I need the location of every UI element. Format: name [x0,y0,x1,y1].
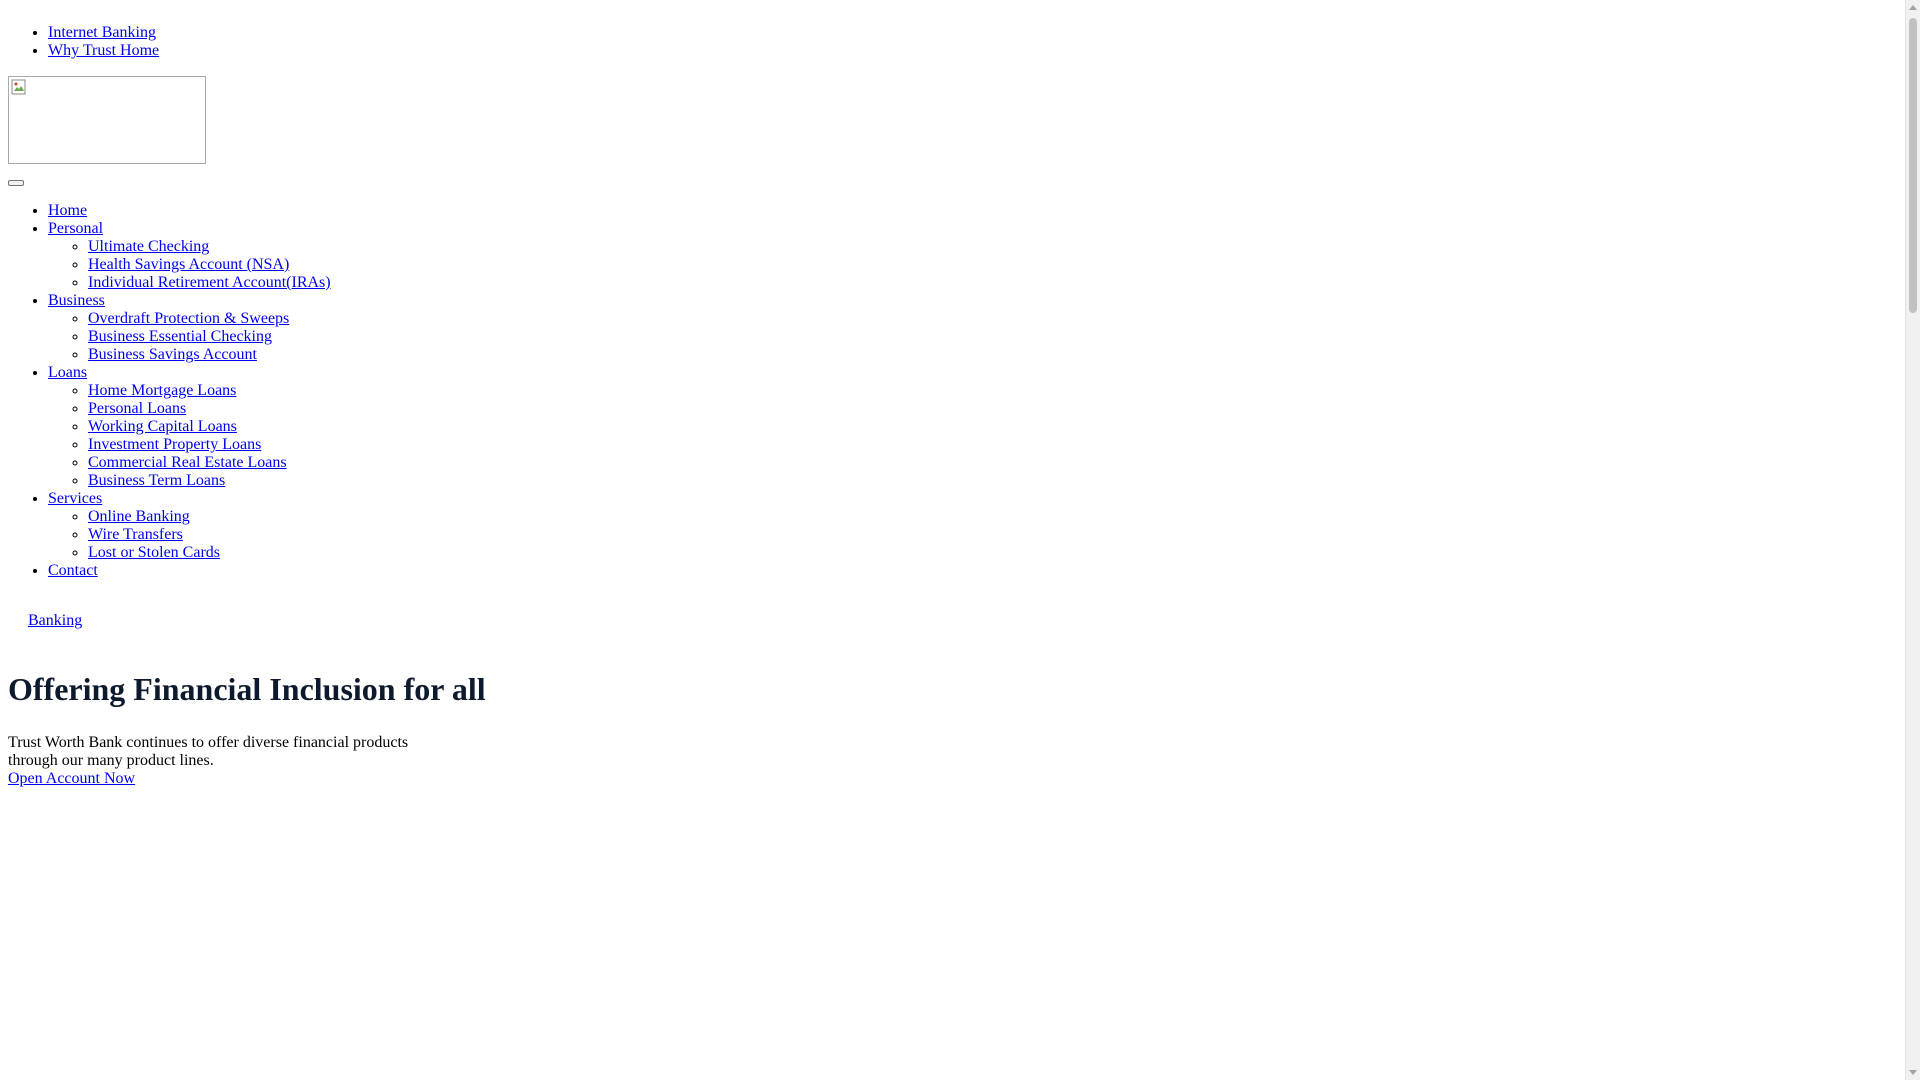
nav-link-commercial-real-estate[interactable]: Commercial Real Estate Loans [88,454,287,471]
nav-link-health-savings[interactable]: Health Savings Account (NSA) [88,256,289,273]
nav-item-services: Services Online Banking Wire Transfers L… [48,490,1892,562]
nav-link-personal-loans[interactable]: Personal Loans [88,400,186,417]
nav-item-contact: Contact [48,562,1892,580]
submenu-item: Business Term Loans [88,472,1892,490]
submenu-item: Investment Property Loans [88,436,1892,454]
nav-item-personal: Personal Ultimate Checking Health Saving… [48,220,1892,292]
submenu-item: Health Savings Account (NSA) [88,256,1892,274]
nav-link-business-checking[interactable]: Business Essential Checking [88,328,272,345]
hero-text-line2: through our many product lines. [8,752,214,769]
submenu-item: Commercial Real Estate Loans [88,454,1892,472]
submenu-item: Home Mortgage Loans [88,382,1892,400]
menu-toggle-button[interactable] [8,180,24,186]
submenu-item: Ultimate Checking [88,238,1892,256]
submenu-item: Individual Retirement Account(IRAs) [88,274,1892,292]
nav-link-online-banking[interactable]: Online Banking [88,508,190,525]
nav-link-home[interactable]: Home [48,202,87,219]
why-trust-home-link[interactable]: Why Trust Home [48,42,159,59]
nav-item-home: Home [48,202,1892,220]
scroll-down-icon[interactable] [1909,1070,1917,1075]
top-links: Internet Banking Why Trust Home [8,24,1892,60]
submenu-item: Personal Loans [88,400,1892,418]
submenu-item: Online Banking [88,508,1892,526]
page: Internet Banking Why Trust Home Home Per… [0,0,1900,788]
submenu-item: Lost or Stolen Cards [88,544,1892,562]
nav-link-business[interactable]: Business [48,292,105,309]
nav-item-loans: Loans Home Mortgage Loans Personal Loans… [48,364,1892,490]
nav-link-ultimate-checking[interactable]: Ultimate Checking [88,238,209,255]
services-submenu: Online Banking Wire Transfers Lost or St… [48,508,1892,562]
nav-link-ira[interactable]: Individual Retirement Account(IRAs) [88,274,331,291]
nav-link-investment-property[interactable]: Investment Property Loans [88,436,261,453]
nav-link-home-mortgage[interactable]: Home Mortgage Loans [88,382,236,399]
nav-link-business-term[interactable]: Business Term Loans [88,472,225,489]
submenu-item: Business Savings Account [88,346,1892,364]
nav-link-personal[interactable]: Personal [48,220,103,237]
scroll-up-icon[interactable] [1909,5,1917,10]
nav-link-wire-transfers[interactable]: Wire Transfers [88,526,183,543]
banking-link[interactable]: Banking [28,612,82,630]
nav-item-business: Business Overdraft Protection & Sweeps B… [48,292,1892,364]
submenu-item: Overdraft Protection & Sweeps [88,310,1892,328]
nav-link-loans[interactable]: Loans [48,364,87,381]
submenu-item: Working Capital Loans [88,418,1892,436]
scroll-thumb[interactable] [1909,18,1917,313]
nav-link-lost-stolen-cards[interactable]: Lost or Stolen Cards [88,544,220,561]
nav-link-contact[interactable]: Contact [48,562,98,579]
hero-title: Offering Financial Inclusion for all [8,671,486,707]
broken-image-icon [11,79,27,95]
submenu-item: Wire Transfers [88,526,1892,544]
hero-text-line1: Trust Worth Bank continues to offer dive… [8,734,409,751]
loans-submenu: Home Mortgage Loans Personal Loans Worki… [48,382,1892,490]
top-link-item: Why Trust Home [48,42,1892,60]
nav-link-services[interactable]: Services [48,490,102,507]
site-logo[interactable] [8,76,206,164]
open-account-link[interactable]: Open Account Now [8,770,135,788]
hero-description: Trust Worth Bank continues to offer dive… [8,734,428,788]
page-scrollbar[interactable] [1905,0,1920,1080]
personal-submenu: Ultimate Checking Health Savings Account… [48,238,1892,292]
top-link-item: Internet Banking [48,24,1892,42]
nav-link-working-capital[interactable]: Working Capital Loans [88,418,237,435]
nav-link-business-savings[interactable]: Business Savings Account [88,346,257,363]
main-nav: Home Personal Ultimate Checking Health S… [8,202,1892,580]
internet-banking-link[interactable]: Internet Banking [48,24,156,41]
nav-link-overdraft[interactable]: Overdraft Protection & Sweeps [88,310,289,327]
submenu-item: Business Essential Checking [88,328,1892,346]
business-submenu: Overdraft Protection & Sweeps Business E… [48,310,1892,364]
